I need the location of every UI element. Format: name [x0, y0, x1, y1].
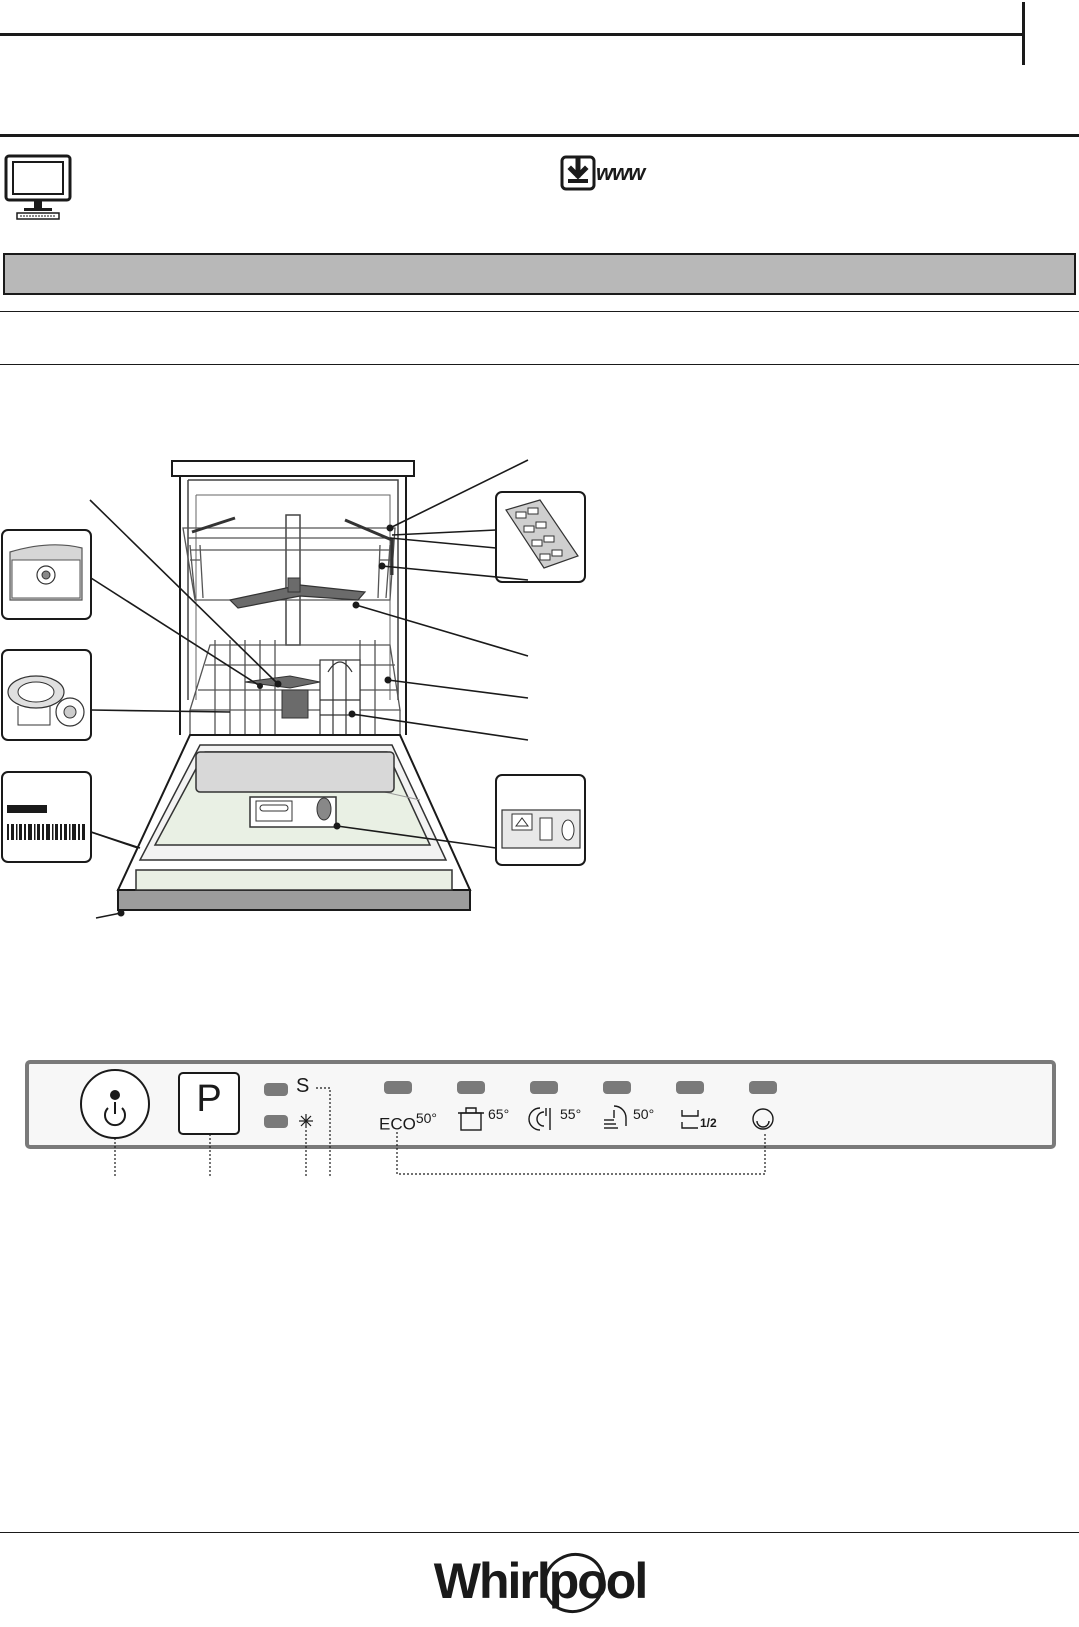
whirlpool-logo	[542, 1552, 606, 1614]
brand-logo-text: Whirlpool	[433, 1553, 649, 1609]
